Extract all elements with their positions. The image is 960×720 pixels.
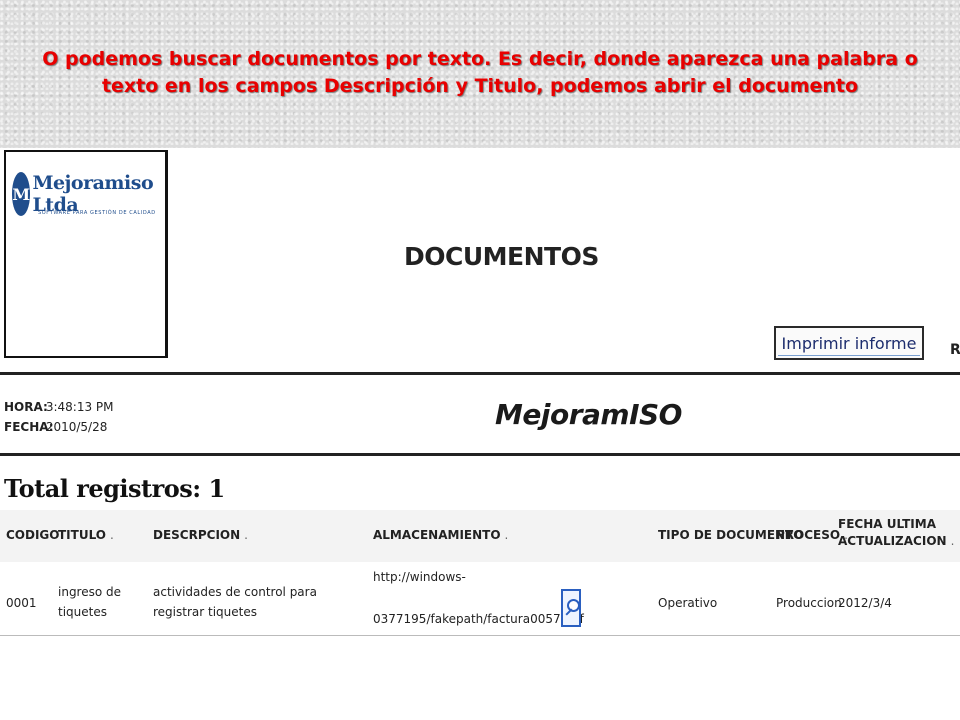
column-header-codigo[interactable]: CODIGO (6, 528, 59, 542)
column-label: CODIGO (6, 528, 60, 542)
logo-panel: M Mejoramiso Ltda SOFTWARE PARA GESTIÓN … (4, 150, 168, 358)
column-header-fecha[interactable]: FECHA ULTIMA ACTUALIZACION. (838, 516, 954, 550)
magnifier-handle (565, 608, 573, 616)
print-report-button[interactable]: Imprimir informe (774, 326, 924, 360)
column-header-titulo[interactable]: TITULO. (58, 528, 114, 542)
time-field: HORA: 3:48:13 PM (4, 400, 114, 414)
column-label: FECHA ULTIMA ACTUALIZACION (838, 517, 947, 548)
cell-almacenamiento-line1[interactable]: http://windows- (373, 570, 466, 584)
magnifier-icon[interactable] (561, 589, 581, 627)
cell-codigo: 0001 (6, 596, 37, 610)
divider (0, 453, 960, 456)
sort-indicator: . (110, 528, 114, 542)
column-label: TITULO (58, 528, 106, 542)
divider (0, 372, 960, 375)
column-label: ALMACENAMIENTO (373, 528, 501, 542)
column-header-descripcion[interactable]: DESCRPCION. (153, 528, 248, 542)
sort-indicator: . (504, 528, 509, 542)
column-header-almacenamiento[interactable]: ALMACENAMIENTO. (373, 528, 508, 542)
sort-indicator: . (950, 534, 955, 548)
report-document: M Mejoramiso Ltda SOFTWARE PARA GESTIÓN … (0, 148, 960, 720)
report-brand: MejoramISO (495, 398, 682, 431)
cell-almacenamiento-line2[interactable]: 0377195/fakepath/factura0057.pdf (373, 612, 584, 626)
slide-caption: O podemos buscar documentos por texto. E… (42, 48, 918, 97)
cell-titulo: ingreso de tiquetes (58, 585, 122, 619)
date-value: 2010/5/28 (45, 420, 108, 434)
time-label: HORA: (4, 400, 48, 414)
row-divider (0, 635, 960, 636)
date-field: FECHA: 2010/5/28 (4, 420, 107, 434)
sort-indicator: . (244, 528, 248, 542)
date-label: FECHA: (4, 420, 54, 434)
cell-fecha: 2012/3/4 (838, 596, 892, 610)
total-records: Total registros: 1 (4, 474, 225, 503)
column-label: DESCRPCION (153, 528, 241, 542)
page-title: DOCUMENTOS (404, 242, 599, 271)
cell-descripcion: actividades de control para registrar ti… (153, 585, 317, 619)
cell-tipo: Operativo (658, 596, 718, 610)
column-label: PROCESO (776, 528, 841, 542)
time-value: 3:48:13 PM (45, 400, 114, 414)
cell-proceso: Produccion (776, 596, 842, 610)
truncated-edge-text: R (950, 342, 960, 358)
logo-mark-icon: M (12, 172, 31, 216)
logo-tagline: SOFTWARE PARA GESTIÓN DE CALIDAD (38, 210, 156, 216)
